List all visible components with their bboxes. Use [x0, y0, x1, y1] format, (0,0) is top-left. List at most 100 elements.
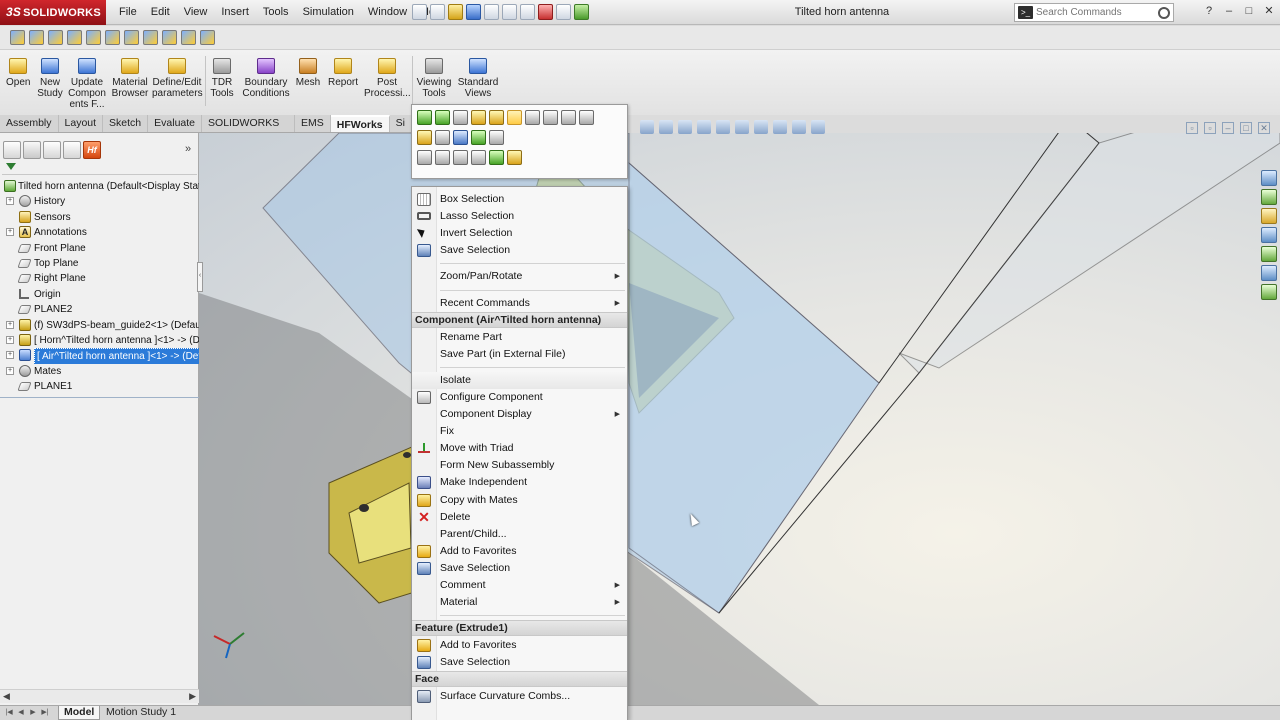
- normal-to-icon[interactable]: [435, 130, 450, 145]
- tab-assembly[interactable]: Assembly: [0, 115, 59, 132]
- insert-mate-icon[interactable]: [471, 130, 486, 145]
- menu-item-move-with-triad[interactable]: Move with Triad: [412, 440, 627, 457]
- hide-show-items-icon[interactable]: [754, 120, 768, 134]
- report-button[interactable]: Report: [326, 58, 360, 88]
- tool-icon[interactable]: [67, 30, 82, 45]
- scroll-left-icon[interactable]: ◀: [3, 691, 10, 702]
- define-edit-parameters-button[interactable]: Define/Edit parameters: [152, 58, 203, 99]
- zoom-to-area-icon[interactable]: [417, 150, 432, 165]
- section-view-icon[interactable]: [697, 120, 711, 134]
- appearance-icon[interactable]: [453, 130, 468, 145]
- edit-component-icon[interactable]: [489, 130, 504, 145]
- help-icon[interactable]: ?: [1202, 4, 1216, 18]
- property-manager-tab-icon[interactable]: [23, 141, 41, 159]
- measure-icon[interactable]: [543, 110, 558, 125]
- update-components-button[interactable]: Update Compon ents F...: [68, 58, 106, 110]
- component-properties-icon[interactable]: [579, 110, 594, 125]
- menu-item-make-independent[interactable]: Make Independent: [412, 474, 627, 491]
- menu-item-rename-part[interactable]: Rename Part: [412, 329, 627, 346]
- menu-item-comment[interactable]: Comment ▶: [412, 577, 627, 594]
- menu-item-delete[interactable]: ✕ Delete: [412, 509, 627, 526]
- tab-solidworks-add-ins[interactable]: SOLIDWORKS Add-Ins: [202, 115, 295, 146]
- menu-item-save-part-in-external-file[interactable]: Save Part (in External File): [412, 346, 627, 363]
- tree-node[interactable]: Sensors: [0, 210, 199, 225]
- options-icon[interactable]: [574, 4, 589, 20]
- tool-icon[interactable]: [124, 30, 139, 45]
- menu-window[interactable]: Window: [361, 0, 414, 25]
- zoom-to-selection-icon[interactable]: [417, 130, 432, 145]
- design-library-icon[interactable]: [1261, 189, 1277, 205]
- select-icon[interactable]: [520, 4, 535, 20]
- appearance-manager-tab-icon[interactable]: [63, 141, 81, 159]
- hide-show-icon[interactable]: [507, 150, 522, 165]
- tab-ems[interactable]: EMS: [295, 115, 331, 132]
- search-commands[interactable]: >_: [1014, 3, 1174, 22]
- tree-node[interactable]: + History: [0, 194, 199, 209]
- menu-file[interactable]: File: [112, 0, 144, 25]
- edit-part-icon[interactable]: [417, 110, 432, 125]
- menu-item-copy-with-mates[interactable]: Copy with Mates: [412, 492, 627, 509]
- tile-icon[interactable]: ▫: [1186, 122, 1198, 134]
- tree-node[interactable]: PLANE1: [0, 379, 199, 394]
- change-transparency-icon[interactable]: [471, 110, 486, 125]
- solidworks-resources-icon[interactable]: [1261, 170, 1277, 186]
- tree-node[interactable]: + A Annotations: [0, 225, 199, 240]
- panel-resize-handle[interactable]: ‹: [197, 262, 203, 292]
- isolate-icon[interactable]: [507, 110, 522, 125]
- tool-icon[interactable]: [105, 30, 120, 45]
- menu-item-add-to-favorites[interactable]: Add to Favorites: [412, 543, 627, 560]
- tree-node[interactable]: + [ Air^Tilted horn antenna ]<1> -> (Def: [0, 348, 199, 364]
- tree-node[interactable]: + (f) SW3dPS-beam_guide2<1> (Default<: [0, 318, 199, 333]
- viewing-tools-button[interactable]: Viewing Tools: [414, 58, 454, 99]
- expand-icon[interactable]: +: [6, 228, 14, 237]
- tool-icon[interactable]: [162, 30, 177, 45]
- new-document-icon[interactable]: [430, 4, 445, 20]
- tab-motion-study[interactable]: Motion Study 1: [101, 706, 181, 720]
- tool-icon[interactable]: [181, 30, 196, 45]
- expand-icon[interactable]: +: [6, 320, 14, 329]
- undo-icon[interactable]: [502, 4, 517, 20]
- configuration-manager-tab-icon[interactable]: [43, 141, 61, 159]
- menu-item-save-selection[interactable]: Save Selection: [412, 654, 627, 671]
- tree-node[interactable]: Right Plane: [0, 271, 199, 286]
- open-button[interactable]: Open: [6, 58, 30, 88]
- menu-item-surface-curvature-combs[interactable]: Surface Curvature Combs...: [412, 688, 627, 705]
- tree-node[interactable]: + Mates: [0, 364, 199, 379]
- search-input[interactable]: [1036, 7, 1156, 18]
- rotate-view-icon[interactable]: [435, 150, 450, 165]
- menu-item-isolate[interactable]: Isolate: [412, 371, 627, 389]
- air-box-face[interactable]: [628, 161, 880, 614]
- next-tab-icon[interactable]: ▶: [28, 707, 38, 718]
- display-style-icon[interactable]: [735, 120, 749, 134]
- appearances-icon[interactable]: [1261, 246, 1277, 262]
- material-browser-button[interactable]: Material Browser: [110, 58, 150, 99]
- expand-icon[interactable]: +: [6, 366, 14, 375]
- zoom-in-out-icon[interactable]: [453, 150, 468, 165]
- expand-icon[interactable]: +: [6, 197, 14, 206]
- menu-item-parent-child[interactable]: Parent/Child...: [412, 526, 627, 543]
- tab-sketch[interactable]: Sketch: [103, 115, 149, 132]
- tab-model[interactable]: Model: [58, 706, 101, 720]
- graphics-area[interactable]: [199, 133, 1280, 705]
- apply-scene-icon[interactable]: [792, 120, 806, 134]
- menu-item-invert-selection[interactable]: Invert Selection: [412, 225, 627, 242]
- menu-item-save-selection[interactable]: Save Selection: [412, 242, 627, 259]
- panel-collapse-icon[interactable]: »: [185, 143, 191, 155]
- view-palette-icon[interactable]: [1261, 227, 1277, 243]
- tool-icon[interactable]: [29, 30, 44, 45]
- menu-item-box-selection[interactable]: Box Selection: [412, 191, 627, 208]
- tab-evaluate[interactable]: Evaluate: [148, 115, 203, 132]
- previous-tab-icon[interactable]: ◀: [16, 707, 26, 718]
- tool-icon[interactable]: [143, 30, 158, 45]
- save-icon[interactable]: [466, 4, 481, 20]
- hfworks-tab-icon[interactable]: Hf: [83, 141, 101, 159]
- horizontal-scrollbar[interactable]: ◀ ▶: [0, 689, 199, 703]
- menu-item-material[interactable]: Material ▶: [412, 594, 627, 611]
- minimize-icon[interactable]: –: [1222, 122, 1234, 134]
- expand-icon[interactable]: +: [6, 351, 14, 360]
- pin-icon[interactable]: [412, 4, 427, 20]
- menu-item-save-selection[interactable]: Save Selection: [412, 560, 627, 577]
- edit-appearance-icon[interactable]: [773, 120, 787, 134]
- tdr-tools-button[interactable]: TDR Tools: [208, 58, 236, 99]
- zoom-to-fit-icon[interactable]: [640, 120, 654, 134]
